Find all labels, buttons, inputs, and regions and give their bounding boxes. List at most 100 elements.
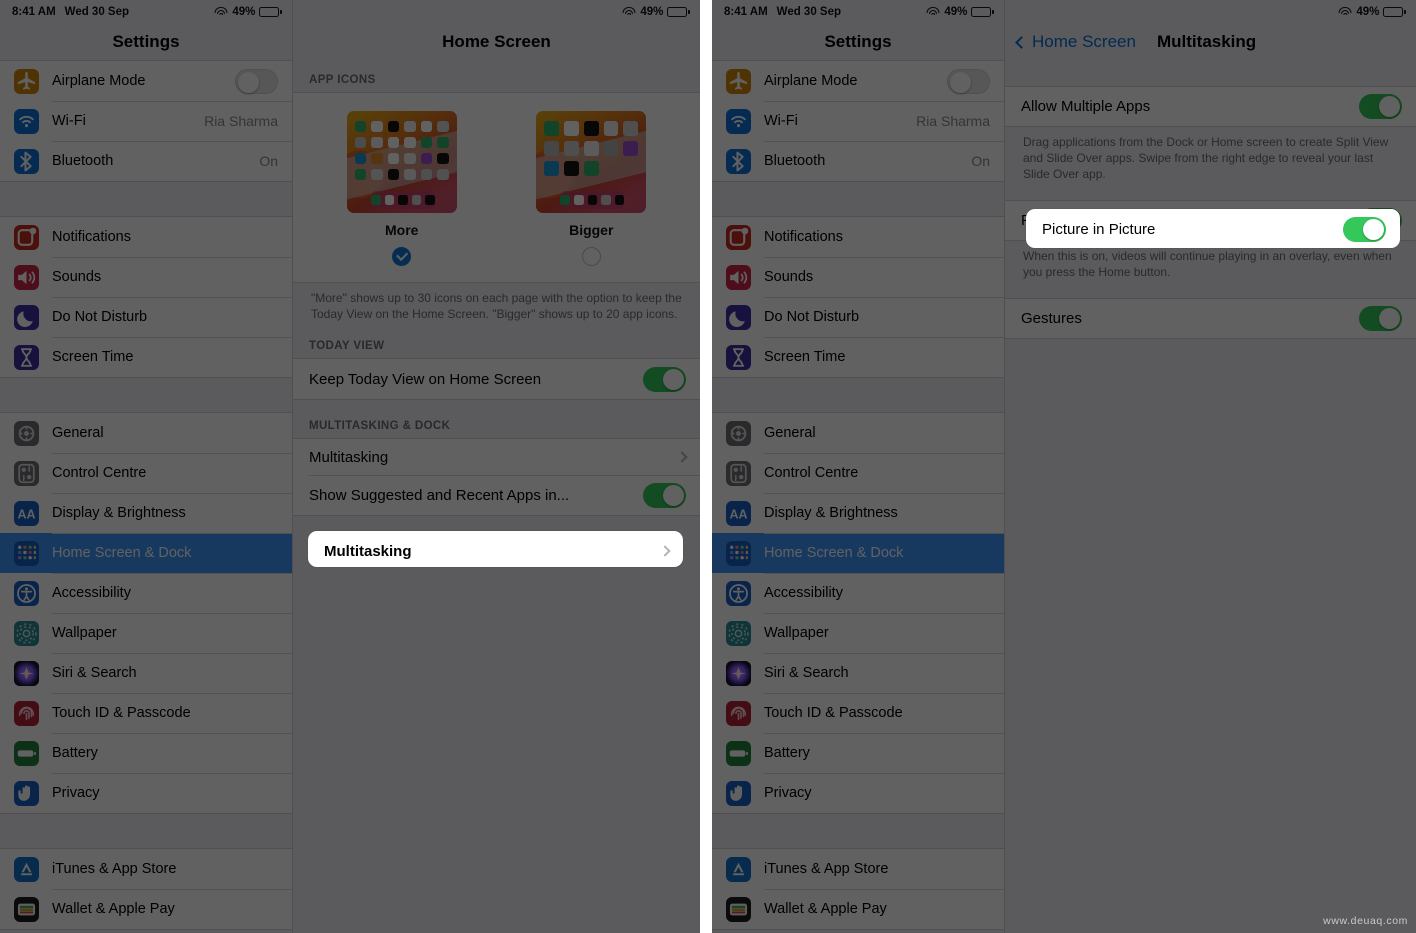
sidebar-item-wallpaper[interactable]: Wallpaper (712, 613, 1004, 653)
sidebar-item-accessibility[interactable]: Accessibility (0, 573, 292, 613)
sidebar-item-battery[interactable]: Battery (712, 733, 1004, 773)
status-date: Wed 30 Sep (64, 6, 130, 18)
ipad-screenshot-left: 8:41 AM Wed 30 Sep 49% Settings Airplane… (0, 0, 700, 933)
screenshot-gutter (700, 0, 712, 933)
allow-multiple-apps-toggle[interactable] (1359, 94, 1402, 119)
sidebar-item-itunes-app-store[interactable]: iTunes & App Store (0, 849, 292, 889)
sidebar-item-label: Control Centre (764, 465, 859, 481)
sidebar-item-airplane-mode[interactable]: Airplane Mode (0, 61, 292, 101)
chevron-left-icon (1015, 35, 1028, 49)
settings-sidebar-right[interactable]: 8:41 AM Wed 30 Sep 49% Settings Airplane… (712, 0, 1005, 933)
sidebar-item-display-brightness[interactable]: AA Display & Brightness (712, 493, 1004, 533)
control-centre-icon (14, 460, 39, 486)
sidebar-item-label: Wallet & Apple Pay (52, 901, 175, 917)
picture-in-picture-row-highlighted[interactable]: Picture in Picture (1026, 209, 1400, 248)
sidebar-item-wi-fi[interactable]: Wi-Fi Ria Sharma (0, 101, 292, 141)
sidebar-item-general[interactable]: General (712, 413, 1004, 453)
sidebar-item-display-brightness[interactable]: AA Display & Brightness (0, 493, 292, 533)
keep-today-view-row[interactable]: Keep Today View on Home Screen (293, 359, 700, 399)
bluetooth-icon (14, 148, 39, 174)
status-bar: 49% (293, 0, 700, 24)
hourglass-icon (14, 344, 39, 370)
back-button[interactable]: Home Screen (1015, 24, 1136, 60)
sidebar-item-sounds[interactable]: Sounds (0, 257, 292, 297)
show-suggested-row[interactable]: Show Suggested and Recent Apps in... (293, 475, 700, 515)
sidebar-item-battery[interactable]: Battery (0, 733, 292, 773)
wifi-icon (1338, 6, 1352, 18)
sidebar-item-notifications[interactable]: Notifications (0, 217, 292, 257)
sidebar-item-bluetooth[interactable]: Bluetooth On (712, 141, 1004, 181)
chooser-more[interactable]: More (346, 111, 457, 266)
sidebar-item-siri-search[interactable]: Siri & Search (0, 653, 292, 693)
sidebar-item-privacy[interactable]: Privacy (712, 773, 1004, 813)
sidebar-item-home-screen-dock[interactable]: Home Screen & Dock (0, 533, 292, 573)
sidebar-item-general[interactable]: General (0, 413, 292, 453)
chooser-label: Bigger (569, 222, 614, 238)
sidebar-item-wi-fi[interactable]: Wi-Fi Ria Sharma (712, 101, 1004, 141)
sidebar-item-wallet-apple-pay[interactable]: Wallet & Apple Pay (712, 889, 1004, 929)
list-gap (0, 378, 292, 412)
sidebar-item-control-centre[interactable]: Control Centre (712, 453, 1004, 493)
picture-in-picture-toggle[interactable] (1343, 216, 1386, 242)
home-screen-navbar: Home Screen (293, 24, 700, 60)
sidebar-item-do-not-disturb[interactable]: Do Not Disturb (0, 297, 292, 337)
allow-multiple-apps-row[interactable]: Allow Multiple Apps (1005, 87, 1416, 126)
sidebar-item-itunes-app-store[interactable]: iTunes & App Store (712, 849, 1004, 889)
battery-percent: 49% (1356, 6, 1380, 18)
sidebar-item-bluetooth[interactable]: Bluetooth On (0, 141, 292, 181)
keep-today-view-toggle[interactable] (643, 366, 686, 392)
sidebar-item-label: Privacy (52, 785, 100, 801)
sidebar-item-wallet-apple-pay[interactable]: Wallet & Apple Pay (0, 889, 292, 929)
sidebar-item-do-not-disturb[interactable]: Do Not Disturb (712, 297, 1004, 337)
sidebar-item-airplane-mode[interactable]: Airplane Mode (712, 61, 1004, 101)
settings-group: General Control Centre AA Display & Brig… (712, 412, 1004, 814)
settings-list: Airplane Mode Wi-Fi Ria Sharma Bluetooth… (0, 60, 292, 930)
sidebar-item-label: Airplane Mode (52, 73, 146, 89)
settings-sidebar-left[interactable]: 8:41 AM Wed 30 Sep 49% Settings Airplane… (0, 0, 293, 933)
sidebar-item-screen-time[interactable]: Screen Time (712, 337, 1004, 377)
sidebar-item-control-centre[interactable]: Control Centre (0, 453, 292, 493)
home-screen-content: APP ICONS More Bigger "More" shows up to… (293, 66, 700, 516)
sidebar-item-notifications[interactable]: Notifications (712, 217, 1004, 257)
app-icons-header: APP ICONS (309, 74, 376, 86)
sidebar-item-home-screen-dock[interactable]: Home Screen & Dock (712, 533, 1004, 573)
settings-group: Notifications Sounds Do Not Disturb Scre… (712, 216, 1004, 378)
sidebar-item-screen-time[interactable]: Screen Time (0, 337, 292, 377)
radio-unselected-icon[interactable] (581, 247, 601, 266)
wifi-icon (726, 108, 751, 134)
wallet-icon (14, 896, 39, 922)
show-suggested-label: Show Suggested and Recent Apps in... (309, 486, 570, 504)
sidebar-item-label: Wi-Fi (764, 113, 798, 129)
battery-icon (259, 7, 282, 17)
list-gap (0, 814, 292, 848)
list-gap (712, 182, 1004, 216)
show-suggested-toggle[interactable] (643, 482, 686, 508)
airplane-mode-toggle[interactable] (947, 68, 990, 94)
sidebar-item-label: Siri & Search (764, 665, 849, 681)
sidebar-item-label: Accessibility (52, 585, 131, 601)
airplane-mode-toggle[interactable] (235, 68, 278, 94)
sidebar-item-touch-id-passcode[interactable]: Touch ID & Passcode (712, 693, 1004, 733)
sidebar-item-siri-search[interactable]: Siri & Search (712, 653, 1004, 693)
sidebar-item-accessibility[interactable]: Accessibility (712, 573, 1004, 613)
multitasking-row-highlighted[interactable]: Multitasking (308, 531, 683, 567)
privacy-hand-icon (14, 780, 39, 806)
gestures-row[interactable]: Gestures (1005, 299, 1416, 338)
chooser-bigger[interactable]: Bigger (536, 111, 647, 266)
sidebar-item-touch-id-passcode[interactable]: Touch ID & Passcode (0, 693, 292, 733)
multitasking-row[interactable]: Multitasking (293, 439, 700, 475)
sidebar-title: Settings (112, 32, 180, 51)
list-gap (712, 378, 1004, 412)
gear-icon (726, 420, 751, 446)
radio-selected-icon[interactable] (392, 247, 412, 266)
gestures-toggle[interactable] (1359, 306, 1402, 331)
sidebar-item-privacy[interactable]: Privacy (0, 773, 292, 813)
sidebar-item-label: General (52, 425, 104, 441)
accessibility-icon (726, 580, 751, 606)
battery-icon (1383, 7, 1406, 17)
sidebar-item-wallpaper[interactable]: Wallpaper (0, 613, 292, 653)
display-brightness-icon: AA (726, 500, 751, 526)
status-bar: 8:41 AM Wed 30 Sep 49% (0, 0, 292, 24)
sidebar-item-sounds[interactable]: Sounds (712, 257, 1004, 297)
allow-multiple-apps-note: Drag applications from the Dock or Home … (1023, 135, 1389, 181)
